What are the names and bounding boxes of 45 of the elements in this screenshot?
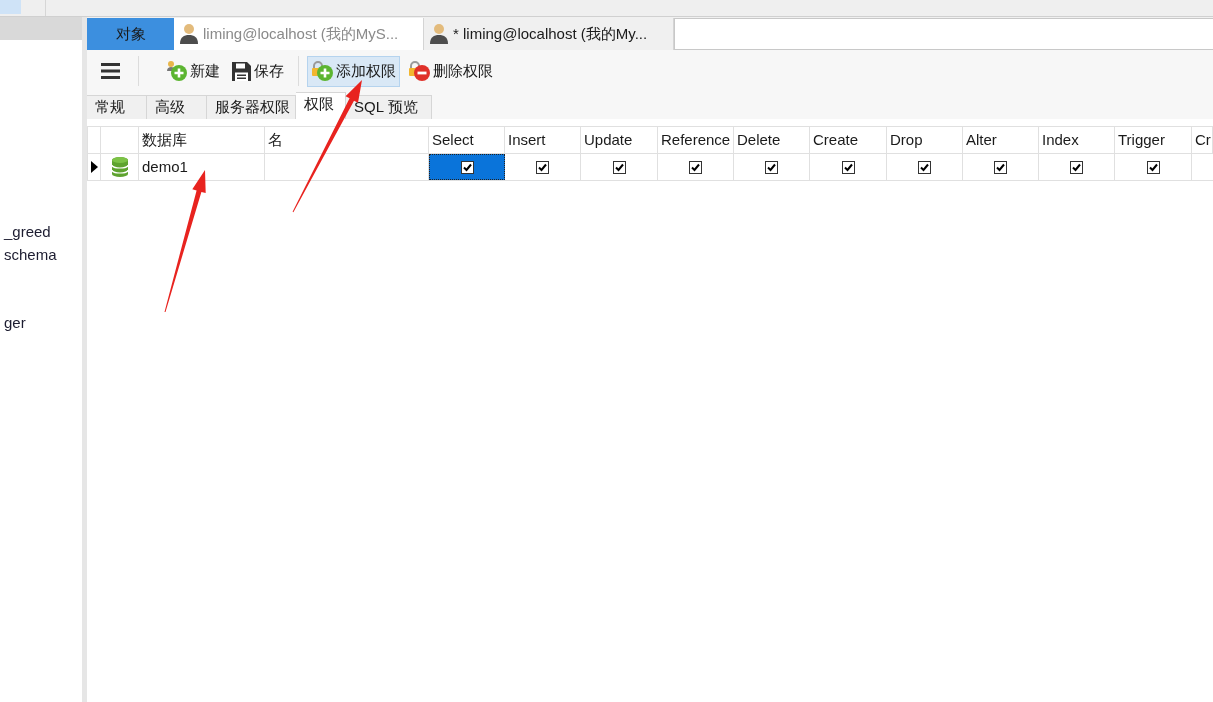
tab[interactable]: 常规 [87,95,147,119]
column-header: Cr [1192,127,1213,153]
tab[interactable]: 高级 [147,95,207,119]
checkbox[interactable] [765,160,778,174]
lock-minus-icon [408,61,430,81]
database-icon [111,157,128,177]
column-header: Index [1039,127,1115,153]
column-header: Create [810,127,887,153]
menu-icon[interactable] [101,63,120,79]
object-tab[interactable]: 对象 [87,18,174,50]
column-header: Trigger [1115,127,1192,153]
user-plus-icon [167,61,187,81]
save-icon [232,61,251,81]
sidebar-item[interactable]: schema [0,243,82,266]
column-header: Alter [963,127,1039,153]
column-header: Update [581,127,658,153]
tab[interactable]: 权限 [296,92,346,119]
save-button[interactable]: 保存 [228,55,288,87]
column-header: Select [429,127,505,153]
checkbox[interactable] [612,160,626,174]
table-cell[interactable] [429,154,505,180]
new-button[interactable]: 新建 [163,55,224,87]
column-header: Insert [505,127,581,153]
column-header: Reference [658,127,734,153]
column-header: 数据库 [139,127,265,153]
checkbox[interactable] [689,160,702,174]
sidebar-item[interactable]: _greed [0,220,82,243]
column-header: Drop [887,127,963,153]
checkbox[interactable] [536,160,549,174]
lock-plus-icon [311,61,333,81]
delete-privilege-button[interactable]: 删除权限 [404,55,497,87]
checkbox[interactable] [460,160,474,174]
checkbox[interactable] [1070,160,1083,174]
add-privilege-button[interactable]: 添加权限 [307,55,400,87]
column-header: Delete [734,127,810,153]
user-icon [179,24,199,44]
user-icon [429,24,449,44]
tab[interactable]: SQL 预览 [346,95,432,119]
checkbox[interactable] [1146,160,1160,174]
editor-tab[interactable]: liming@localhost (我的MyS... [174,18,424,50]
sidebar-item[interactable]: ger [0,311,82,334]
checkbox[interactable] [841,160,855,174]
checkbox[interactable] [994,160,1007,174]
checkbox[interactable] [918,160,931,174]
tab[interactable]: 服务器权限 [207,95,296,119]
